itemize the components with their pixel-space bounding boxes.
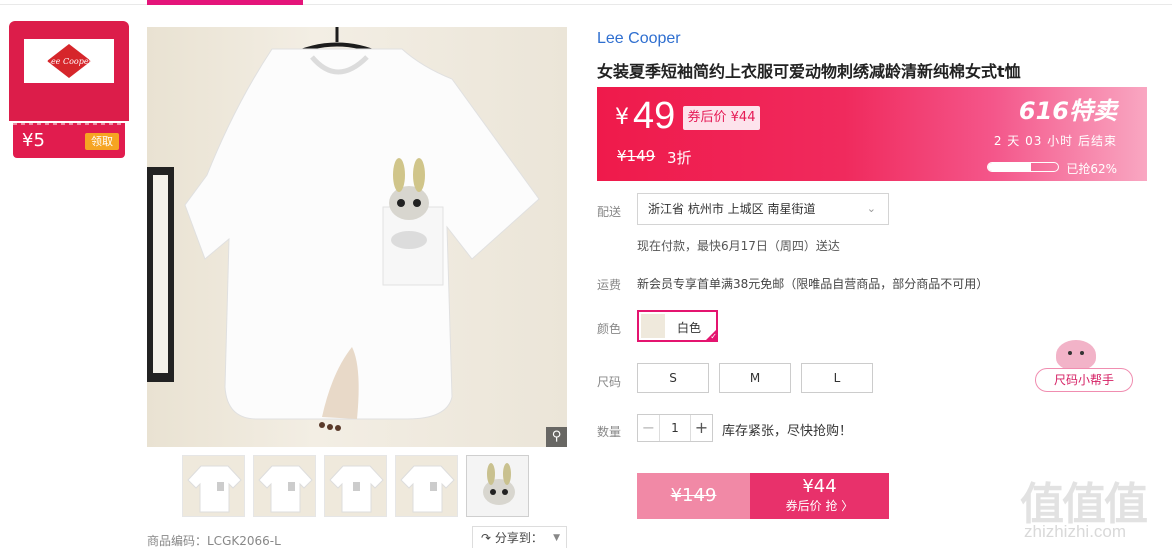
coupon-amount: ¥5 [22, 130, 45, 151]
size-option-s[interactable]: S [637, 363, 709, 393]
thumbnail-1[interactable] [182, 455, 245, 517]
coupon-footer: ¥5 领取 [13, 123, 125, 158]
watermark: 值值值 zhizhizhi.com [1020, 468, 1160, 546]
lee-cooper-logo-icon: Lee Cooper [46, 44, 92, 78]
watermark-url: zhizhizhi.com [1024, 522, 1127, 541]
size-option-m[interactable]: M [719, 363, 791, 393]
product-title: 女装夏季短袖简约上衣服可爱动物刺绣减龄清新纯棉女式t恤 [597, 62, 1021, 81]
size-option-l[interactable]: L [801, 363, 873, 393]
chevron-down-icon: ▼ [553, 533, 560, 543]
decrease-button[interactable]: − [638, 415, 660, 441]
magnifier-icon: ⚲ [551, 429, 562, 444]
stock-warning: 库存紧张，尽快抢购！ [722, 424, 853, 439]
store-coupon-card[interactable]: Lee Cooper ¥5 领取 [9, 21, 129, 158]
coupon-perforation [13, 123, 125, 125]
chevron-down-icon: ⌄ [866, 202, 876, 215]
thumbnail-5[interactable] [466, 455, 529, 517]
color-option-white[interactable]: 白色 ✓ [637, 310, 718, 342]
shipping-label: 运费 [597, 278, 622, 292]
increase-button[interactable]: + [690, 415, 712, 441]
color-option-label: 白色 [677, 321, 702, 335]
t-shirt-photo [184, 27, 540, 431]
sku-code: 商品编码：LCGK2066-L [147, 534, 281, 548]
brand-logo: Lee Cooper [24, 39, 114, 83]
quantity-input[interactable]: 1 [660, 415, 690, 441]
share-icon: ↷ [481, 531, 492, 545]
mascot-icon [1056, 340, 1096, 370]
color-swatch [641, 314, 665, 338]
coupon-header: Lee Cooper [9, 21, 129, 121]
size-label: 尺码 [597, 375, 622, 389]
size-helper-button[interactable]: 尺码小帮手 [1035, 338, 1133, 394]
thumbnail-2[interactable] [253, 455, 316, 517]
active-tab-indicator [147, 0, 303, 5]
promo-title: 616特卖 [1018, 97, 1117, 125]
price-panel: ¥ 49 券后价 ¥44 ¥149 3折 616特卖 2 天 03 小时 后结束… [597, 87, 1147, 181]
coupon-buy-button[interactable]: ¥44 券后价 抢 〉 [750, 473, 889, 519]
delivery-label: 配送 [597, 205, 622, 219]
grabbed-percent: 已抢62% [1066, 162, 1117, 176]
original-price-buy[interactable]: ¥149 [637, 473, 750, 519]
selected-check-icon: ✓ [704, 328, 718, 342]
buy-bar: ¥149 ¥44 券后价 抢 〉 [637, 473, 889, 519]
share-label: 分享到： [494, 531, 543, 545]
main-product-image[interactable] [147, 27, 567, 447]
thumbnail-3[interactable] [324, 455, 387, 517]
address-selector[interactable]: 浙江省 杭州市 上城区 南星街道 ⌄ [637, 193, 889, 225]
current-price: 49 [633, 95, 676, 137]
claim-coupon-button[interactable]: 领取 [85, 133, 119, 150]
quantity-stepper: − 1 + [637, 414, 713, 442]
coupon-action-label: 券后价 抢 〉 [785, 499, 854, 513]
thumbnail-4[interactable] [395, 455, 458, 517]
quantity-label: 数量 [597, 425, 622, 439]
share-button[interactable]: ↷ 分享到： ▼ [472, 526, 567, 548]
svg-text:Lee Cooper: Lee Cooper [46, 57, 92, 66]
original-price: ¥149 [617, 147, 656, 165]
thumbnail-strip [182, 455, 542, 517]
color-label: 颜色 [597, 322, 622, 336]
shipping-info: 新会员专享首单满38元免邮（限唯品自营商品，部分商品不可用） [637, 277, 989, 291]
coupon-price: ¥44 [802, 476, 837, 497]
brand-link[interactable]: Lee Cooper [597, 30, 681, 48]
address-value: 浙江省 杭州市 上城区 南星街道 [648, 202, 816, 216]
size-helper-label: 尺码小帮手 [1035, 368, 1133, 392]
countdown-text: 2 天 03 小时 后结束 [993, 134, 1117, 148]
sales-progress-bar [987, 162, 1059, 172]
currency-symbol: ¥ [615, 105, 629, 130]
zoom-button[interactable]: ⚲ [546, 427, 567, 447]
after-coupon-badge: 券后价 ¥44 [683, 106, 760, 130]
discount-label: 3折 [667, 149, 692, 167]
progress-fill [988, 163, 1032, 171]
delivery-estimate: 现在付款，最快6月17日（周四）送达 [637, 239, 840, 253]
